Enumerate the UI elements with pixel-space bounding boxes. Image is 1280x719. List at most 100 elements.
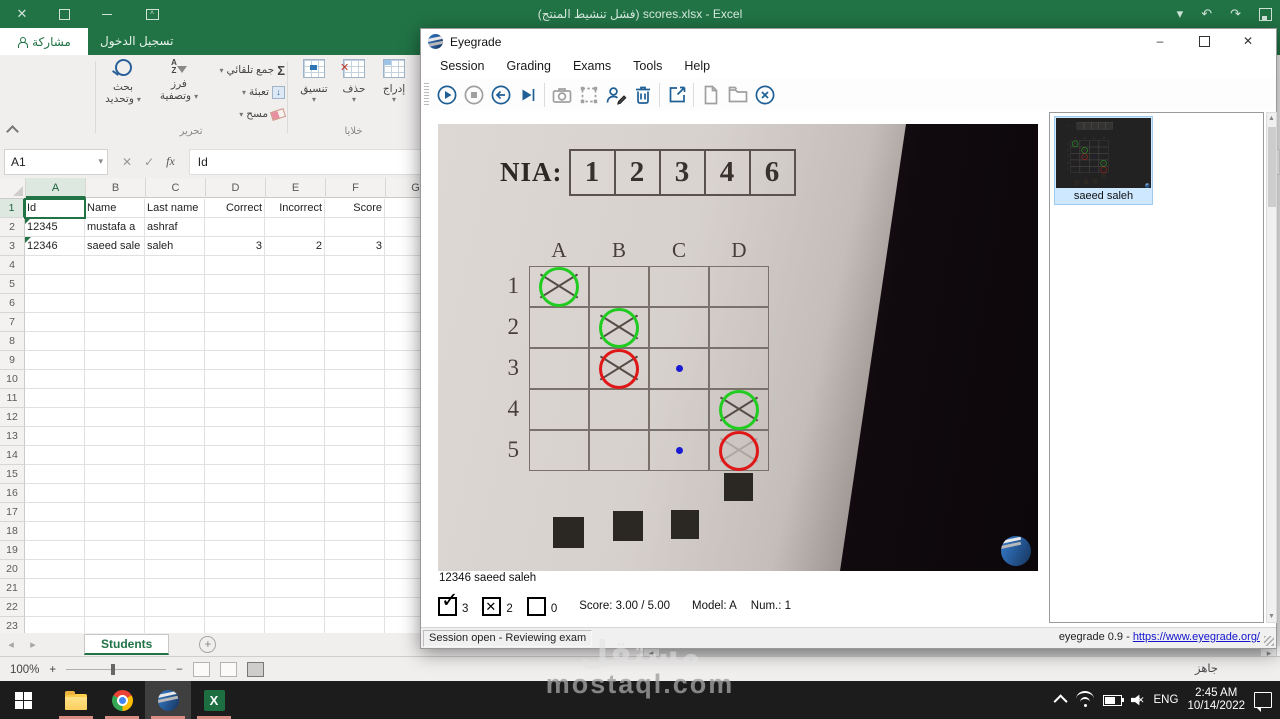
cell-D15[interactable] (205, 465, 265, 484)
clear-button[interactable]: مسح ▾ (213, 104, 287, 124)
exam-thumbnail-item[interactable]: NIA: 12346 A B C D 1 23 45 saeed saleh (1054, 116, 1153, 205)
cell-F6[interactable] (325, 294, 385, 313)
cell-D10[interactable] (205, 370, 265, 389)
cell-C18[interactable] (145, 522, 205, 541)
cell-B10[interactable] (85, 370, 145, 389)
cell-B19[interactable] (85, 541, 145, 560)
row-header-16[interactable]: 16 (0, 484, 25, 503)
next-exam-button[interactable] (514, 81, 541, 108)
cell-C3[interactable]: saleh (145, 237, 205, 256)
cell-F4[interactable] (325, 256, 385, 275)
cell-A13[interactable] (25, 427, 85, 446)
cell-C21[interactable] (145, 579, 205, 598)
cell-D11[interactable] (205, 389, 265, 408)
cell-E1[interactable]: Incorrect (265, 199, 325, 218)
tab-prev-button[interactable]: ◂ (0, 638, 22, 651)
cell-F7[interactable] (325, 313, 385, 332)
cell-B11[interactable] (85, 389, 145, 408)
cell-E20[interactable] (265, 560, 325, 579)
cell-D9[interactable] (205, 351, 265, 370)
cell-A7[interactable] (25, 313, 85, 332)
cell-E5[interactable] (265, 275, 325, 294)
row-header-18[interactable]: 18 (0, 522, 25, 541)
cell-C22[interactable] (145, 598, 205, 617)
language-indicator[interactable]: ENG (1154, 694, 1179, 706)
cell-D12[interactable] (205, 408, 265, 427)
cell-D8[interactable] (205, 332, 265, 351)
cell-C1[interactable]: Last name (145, 199, 205, 218)
page-layout-view-button[interactable] (219, 662, 237, 677)
row-header-5[interactable]: 5 (0, 275, 25, 294)
cell-C10[interactable] (145, 370, 205, 389)
enter-button[interactable]: ✓ (144, 155, 154, 169)
insert-function-button[interactable]: fx (166, 154, 175, 169)
save-icon[interactable] (1259, 7, 1272, 21)
export-grades-button[interactable] (663, 81, 690, 108)
cell-C6[interactable] (145, 294, 205, 313)
column-header-A[interactable]: A (26, 178, 86, 198)
row-header-21[interactable]: 21 (0, 579, 25, 598)
cell-C8[interactable] (145, 332, 205, 351)
row-header-22[interactable]: 22 (0, 598, 25, 617)
row-header-2[interactable]: 2 (0, 218, 25, 237)
cell-D18[interactable] (205, 522, 265, 541)
taskbar-excel[interactable]: X (191, 681, 237, 719)
cell-D1[interactable]: Correct (205, 199, 265, 218)
cell-F12[interactable] (325, 408, 385, 427)
cell-F3[interactable]: 3 (325, 237, 385, 256)
scroll-up-icon[interactable]: ▲ (1267, 113, 1276, 124)
column-header-B[interactable]: B (86, 178, 146, 198)
cell-D6[interactable] (205, 294, 265, 313)
cell-D4[interactable] (205, 256, 265, 275)
row-header-1[interactable]: 1 (0, 199, 25, 218)
cell-E22[interactable] (265, 598, 325, 617)
cell-C12[interactable] (145, 408, 205, 427)
cell-C15[interactable] (145, 465, 205, 484)
column-header-E[interactable]: E (266, 178, 326, 198)
snapshot-button[interactable] (548, 81, 575, 108)
cell-C11[interactable] (145, 389, 205, 408)
menu-tools[interactable]: Tools (622, 59, 673, 73)
cell-A12[interactable] (25, 408, 85, 427)
cell-D13[interactable] (205, 427, 265, 446)
cell-E16[interactable] (265, 484, 325, 503)
cell-E17[interactable] (265, 503, 325, 522)
cell-A18[interactable] (25, 522, 85, 541)
cell-E18[interactable] (265, 522, 325, 541)
cell-C9[interactable] (145, 351, 205, 370)
volume-muted-icon[interactable]: ✕ (1130, 694, 1145, 706)
cell-C14[interactable] (145, 446, 205, 465)
cell-F22[interactable] (325, 598, 385, 617)
cell-E2[interactable] (265, 218, 325, 237)
cell-A20[interactable] (25, 560, 85, 579)
normal-view-button[interactable] (246, 662, 264, 677)
cell-E4[interactable] (265, 256, 325, 275)
cell-A16[interactable] (25, 484, 85, 503)
cell-A11[interactable] (25, 389, 85, 408)
cell-D2[interactable] (205, 218, 265, 237)
cell-B2[interactable]: mustafa a (85, 218, 145, 237)
cell-F17[interactable] (325, 503, 385, 522)
cell-B6[interactable] (85, 294, 145, 313)
cell-B13[interactable] (85, 427, 145, 446)
continue-review-button[interactable] (433, 81, 460, 108)
cell-D21[interactable] (205, 579, 265, 598)
cell-E8[interactable] (265, 332, 325, 351)
undo-button[interactable]: ↶ (1201, 6, 1212, 22)
cell-F13[interactable] (325, 427, 385, 446)
cell-A3[interactable]: 12346 (25, 237, 85, 256)
cell-C19[interactable] (145, 541, 205, 560)
discard-exam-button[interactable] (629, 81, 656, 108)
eyegrade-titlebar[interactable]: Eyegrade – ✕ (421, 29, 1276, 54)
zoom-level[interactable]: 100% (10, 664, 39, 676)
cell-B12[interactable] (85, 408, 145, 427)
row-header-9[interactable]: 9 (0, 351, 25, 370)
cell-B3[interactable]: saeed sale (85, 237, 145, 256)
name-box[interactable]: A1 ▾ (4, 148, 108, 175)
resize-grip[interactable] (1264, 636, 1274, 646)
cell-C4[interactable] (145, 256, 205, 275)
menu-session[interactable]: Session (429, 59, 495, 73)
cell-D7[interactable] (205, 313, 265, 332)
cell-C16[interactable] (145, 484, 205, 503)
cell-C2[interactable]: ashraf (145, 218, 205, 237)
